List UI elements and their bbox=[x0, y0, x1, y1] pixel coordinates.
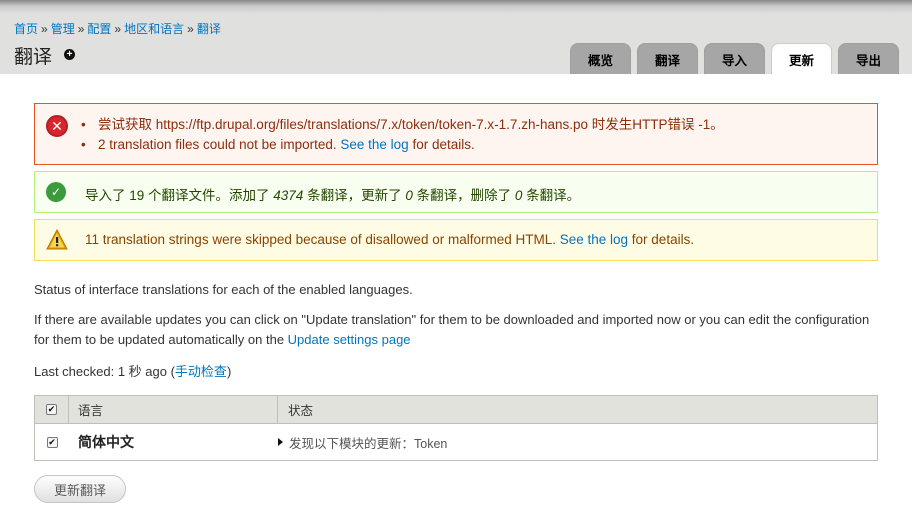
added-count: 4374 bbox=[273, 188, 304, 203]
breadcrumb-separator: » bbox=[187, 22, 194, 36]
status-text-part: 导入了 19 个翻译文件。添加了 bbox=[85, 188, 274, 203]
primary-tabs: 概览 翻译 导入 更新 导出 bbox=[570, 43, 905, 74]
row-status-text: 发现以下模块的更新：Token bbox=[289, 436, 448, 451]
last-checked: Last checked: 1 秒 ago (手动检查) bbox=[34, 362, 231, 382]
select-all-cell: ✔ bbox=[35, 396, 69, 423]
error-message: ✕ 尝试获取 https://ftp.drupal.org/files/tran… bbox=[34, 103, 878, 165]
breadcrumb-regional[interactable]: 地区和语言 bbox=[124, 22, 184, 36]
last-checked-text: Last checked: 1 秒 ago ( bbox=[34, 364, 175, 379]
page-header: 首页» 管理» 配置» 地区和语言» 翻译 翻译 + 概览 翻译 导入 更新 导出 bbox=[0, 0, 912, 74]
row-status-cell[interactable]: 发现以下模块的更新：Token bbox=[35, 424, 447, 460]
warning-message-text: 11 translation strings were skipped beca… bbox=[85, 232, 694, 247]
breadcrumb-separator: » bbox=[114, 22, 122, 36]
tab-update[interactable]: 更新 bbox=[771, 43, 832, 74]
tab-overview[interactable]: 概览 bbox=[570, 43, 631, 74]
manual-check-link[interactable]: 手动检查 bbox=[175, 364, 227, 379]
breadcrumb-separator: » bbox=[77, 22, 85, 36]
status-text-part: 条翻译。 bbox=[522, 188, 581, 203]
status-text-part: 条翻译，删除了 bbox=[412, 188, 515, 203]
status-message-text: 导入了 19 个翻译文件。添加了 4374 条翻译，更新了 0 条翻译，删除了 … bbox=[85, 184, 580, 204]
breadcrumb-translate[interactable]: 翻译 bbox=[197, 22, 221, 36]
error-item-text: 2 translation files could not be importe… bbox=[98, 137, 341, 152]
status-message: ✓ 导入了 19 个翻译文件。添加了 4374 条翻译，更新了 0 条翻译，删除… bbox=[34, 171, 878, 213]
see-log-link[interactable]: See the log bbox=[560, 232, 628, 247]
error-list: 尝试获取 https://ftp.drupal.org/files/transl… bbox=[81, 115, 724, 155]
updates-text: If there are available updates you can c… bbox=[34, 312, 870, 347]
error-item-suffix: for details. bbox=[408, 137, 475, 152]
update-settings-link[interactable]: Update settings page bbox=[288, 332, 411, 347]
expand-triangle-icon[interactable] bbox=[278, 438, 283, 446]
tab-export[interactable]: 导出 bbox=[838, 43, 899, 74]
breadcrumb-separator: » bbox=[41, 22, 48, 36]
table-row: ✔ 简体中文 发现以下模块的更新：Token bbox=[35, 424, 877, 460]
warning-text-part: 11 translation strings were skipped beca… bbox=[85, 232, 560, 247]
table-header: ✔ 语言 状态 bbox=[35, 396, 877, 424]
status-description: Status of interface translations for eac… bbox=[34, 282, 413, 297]
last-checked-suffix: ) bbox=[226, 364, 232, 379]
warning-text-part: for details. bbox=[628, 232, 695, 247]
add-shortcut-icon[interactable]: + bbox=[64, 49, 75, 60]
updates-description: If there are available updates you can c… bbox=[34, 310, 880, 350]
tab-import[interactable]: 导入 bbox=[704, 43, 765, 74]
error-icon: ✕ bbox=[46, 115, 68, 137]
update-translations-button[interactable]: 更新翻译 bbox=[34, 475, 126, 503]
checkmark-icon: ✓ bbox=[46, 182, 66, 202]
tab-translate[interactable]: 翻译 bbox=[637, 43, 698, 74]
breadcrumb-admin[interactable]: 管理 bbox=[51, 22, 75, 36]
page-title: 翻译 bbox=[14, 47, 53, 68]
warning-icon bbox=[46, 229, 68, 250]
see-log-link[interactable]: See the log bbox=[340, 137, 408, 152]
warning-message: 11 translation strings were skipped beca… bbox=[34, 219, 878, 261]
translation-status-table: ✔ 语言 状态 ✔ 简体中文 发现以下模块的更新：Token bbox=[34, 395, 878, 461]
language-header: 语言 bbox=[69, 396, 278, 423]
breadcrumb: 首页» 管理» 配置» 地区和语言» 翻译 bbox=[14, 20, 221, 37]
select-all-checkbox[interactable]: ✔ bbox=[46, 404, 57, 415]
error-item: 尝试获取 https://ftp.drupal.org/files/transl… bbox=[81, 115, 724, 135]
error-item-text: 尝试获取 https://ftp.drupal.org/files/transl… bbox=[98, 117, 724, 132]
status-text-part: 条翻译，更新了 bbox=[303, 188, 406, 203]
breadcrumb-home[interactable]: 首页 bbox=[14, 22, 38, 36]
status-header: 状态 bbox=[288, 404, 314, 418]
breadcrumb-config[interactable]: 配置 bbox=[87, 22, 111, 36]
error-item: 2 translation files could not be importe… bbox=[81, 135, 724, 155]
updated-count: 0 bbox=[405, 188, 413, 203]
